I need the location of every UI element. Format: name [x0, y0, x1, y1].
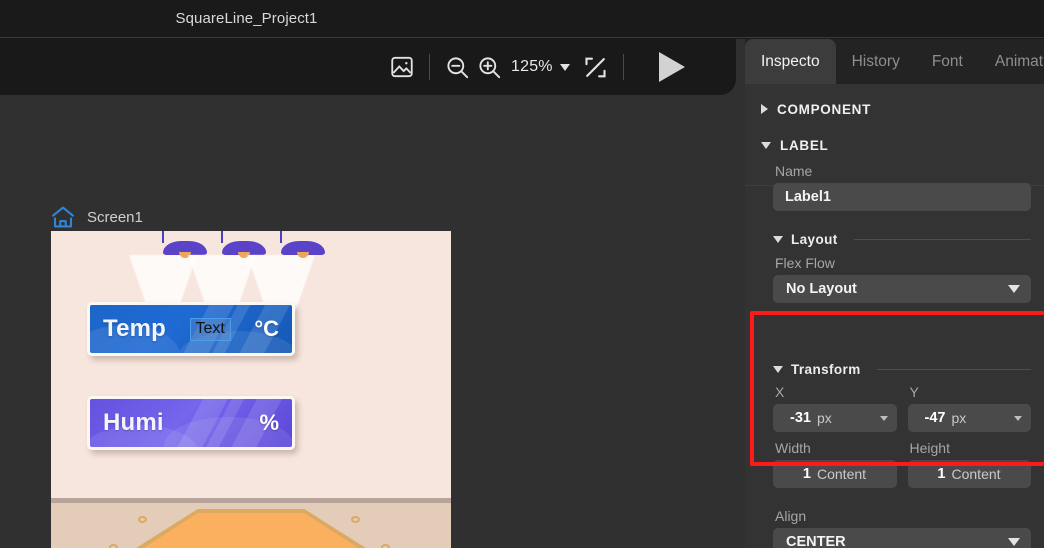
subsection-layout[interactable]: Layout — [773, 232, 1031, 247]
temp-widget-card[interactable]: Temp Text °C — [87, 302, 295, 356]
humi-unit-label: % — [259, 410, 279, 435]
chevron-down-icon — [761, 141, 771, 149]
tab-animation-label: Animati — [994, 52, 1044, 70]
height-field-group: Height 1 Content — [907, 440, 1031, 488]
zoom-out-icon[interactable] — [441, 51, 473, 83]
flex-flow-select[interactable]: No Layout — [773, 275, 1031, 303]
table-corner-knob — [109, 544, 118, 548]
chevron-down-icon — [773, 236, 783, 243]
humi-card-content: Humi % — [90, 399, 292, 447]
flex-flow-value: No Layout — [786, 281, 857, 297]
y-unit: px — [951, 410, 967, 426]
tab-inspector-label: Inspecto — [761, 52, 820, 70]
height-label: Height — [909, 440, 950, 456]
x-unit: px — [817, 410, 832, 426]
humi-title-label: Humi — [103, 409, 164, 436]
section-component-label: COMPONENT — [777, 101, 872, 117]
y-label: Y — [909, 384, 919, 400]
image-icon[interactable] — [386, 51, 418, 83]
canvas-toolbar-controls: 125% — [386, 39, 693, 95]
subsection-transform-label: Transform — [791, 362, 861, 377]
align-label: Align — [775, 508, 807, 524]
name-input[interactable]: Label1 — [773, 183, 1031, 211]
y-field-group: Y -47 px — [907, 384, 1031, 432]
divider-line — [876, 369, 1031, 370]
temp-card-content: Temp Text °C — [90, 305, 292, 353]
humi-widget-card[interactable]: Humi % — [87, 396, 295, 450]
y-value: -47 — [924, 410, 946, 426]
zoom-in-icon[interactable] — [473, 51, 505, 83]
layout-group: Layout Flex Flow No Layout — [773, 232, 1031, 303]
table-corner-knob — [351, 516, 360, 523]
inspector-body: COMPONENT LABEL Name Label1 Layout Flex … — [745, 84, 1044, 548]
chevron-down-icon — [773, 366, 783, 373]
toolbar-divider-1 — [429, 54, 430, 80]
x-value: -31 — [790, 410, 811, 426]
height-input[interactable]: 1 Content — [907, 460, 1031, 488]
chevron-down-icon — [1008, 285, 1020, 293]
tab-history-label: History — [851, 52, 900, 70]
inspector-panel: Inspecto History Font Animati COMPONENT … — [745, 39, 1044, 548]
tab-font-label: Font — [931, 52, 963, 70]
width-field-group: Width 1 Content — [773, 440, 897, 488]
section-label[interactable]: LABEL — [745, 130, 1044, 160]
chevron-down-icon[interactable] — [1014, 415, 1022, 421]
table-corner-knob — [381, 544, 390, 548]
align-group: Align CENTER — [773, 508, 1031, 548]
x-input[interactable]: -31 px — [773, 404, 897, 432]
align-value: CENTER — [786, 534, 846, 548]
subsection-layout-label: Layout — [791, 232, 838, 247]
tab-font[interactable]: Font — [916, 39, 979, 84]
x-field-group: X -31 px — [773, 384, 897, 432]
zoom-level-value[interactable]: 125% — [511, 58, 553, 76]
play-triangle — [658, 52, 685, 82]
align-select[interactable]: CENTER — [773, 528, 1031, 548]
transform-size-row: Width 1 Content Height 1 Content — [773, 440, 1031, 488]
editor-area: 125% Screen1 Temp Text °C Humi % — [0, 39, 745, 548]
flex-flow-label: Flex Flow — [775, 255, 835, 271]
temp-title-label: Temp — [103, 315, 167, 342]
selected-text-label[interactable]: Text — [189, 317, 231, 341]
lamp-cord — [280, 231, 282, 243]
height-value: 1 — [937, 466, 946, 482]
temp-unit-label: °C — [254, 316, 279, 341]
transform-group: Transform X -31 px Y -47 px Width 1 Cont… — [773, 362, 1031, 488]
toolbar-divider-2 — [622, 54, 624, 80]
width-value: 1 — [802, 466, 811, 482]
x-label: X — [775, 384, 785, 400]
device-canvas[interactable]: Temp Text °C Humi % — [51, 231, 451, 548]
play-icon[interactable] — [651, 48, 693, 86]
width-input[interactable]: 1 Content — [773, 460, 897, 488]
project-title: SquareLine_Project1 — [175, 10, 318, 27]
width-unit: Content — [817, 466, 867, 482]
app-window: SquareLine_Project1 125% Screen1 Temp Te… — [0, 0, 1044, 548]
screen-name-label: Screen1 — [87, 208, 143, 226]
section-label-label: LABEL — [780, 137, 829, 153]
y-input[interactable]: -47 px — [907, 404, 1031, 432]
chevron-down-icon[interactable] — [559, 63, 570, 71]
subsection-transform[interactable]: Transform — [773, 362, 1031, 377]
panel-tab-bar: Inspecto History Font Animati — [745, 39, 1044, 84]
height-unit: Content — [951, 466, 1001, 482]
chevron-right-icon — [761, 104, 768, 114]
home-icon — [51, 206, 75, 228]
chevron-down-icon — [1008, 538, 1020, 546]
fit-to-screen-icon[interactable] — [580, 51, 612, 83]
name-field-group: Name Label1 — [773, 163, 1031, 211]
divider-line — [853, 239, 1031, 240]
title-bar: SquareLine_Project1 — [0, 0, 1044, 38]
transform-xy-row: X -31 px Y -47 px — [773, 384, 1031, 432]
screen-label-row[interactable]: Screen1 — [50, 205, 143, 229]
tab-animation[interactable]: Animati — [979, 39, 1044, 84]
width-label: Width — [775, 440, 811, 456]
name-field-label: Name — [775, 163, 813, 179]
table-corner-knob — [138, 516, 147, 523]
tab-inspector[interactable]: Inspecto — [745, 39, 836, 84]
name-input-value: Label1 — [785, 189, 831, 205]
lamp-cord — [162, 231, 164, 243]
tab-history[interactable]: History — [836, 39, 916, 84]
chevron-down-icon[interactable] — [879, 415, 888, 421]
section-component[interactable]: COMPONENT — [745, 94, 1044, 124]
lamp-cord — [221, 231, 223, 243]
